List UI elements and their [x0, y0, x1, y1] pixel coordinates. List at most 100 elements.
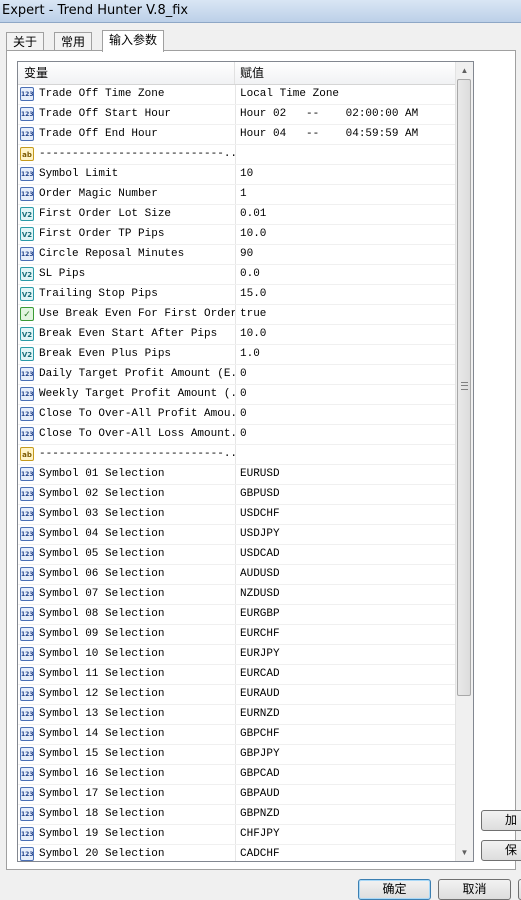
parameter-row[interactable]: 123 Symbol 18 Selection GBPNZD — [18, 805, 455, 825]
column-header-value[interactable]: 赋值 — [240, 62, 264, 84]
parameter-row[interactable]: 123 Symbol Limit 10 — [18, 165, 455, 185]
int-type-icon: 123 — [20, 707, 34, 721]
parameter-value[interactable]: Hour 04 -- 04:59:59 AM — [240, 125, 450, 144]
parameter-value[interactable]: 0 — [240, 425, 450, 444]
parameter-value[interactable]: Hour 02 -- 02:00:00 AM — [240, 105, 450, 124]
parameter-row[interactable]: 123 Trade Off Start Hour Hour 02 -- 02:00:… — [18, 105, 455, 125]
title-bar: Expert - Trend Hunter V.8_fix — [0, 0, 521, 23]
parameter-value[interactable]: EURNZD — [240, 705, 450, 724]
parameter-value[interactable]: 1.0 — [240, 345, 450, 364]
parameter-row[interactable]: V2 Break Even Start After Pips 10.0 — [18, 325, 455, 345]
parameter-row[interactable]: 123 Trade Off End Hour Hour 04 -- 04:59:59… — [18, 125, 455, 145]
parameter-value[interactable]: AUDUSD — [240, 565, 450, 584]
parameter-row[interactable]: 123 Symbol 09 Selection EURCHF — [18, 625, 455, 645]
parameter-row[interactable]: 123 Weekly Target Profit Amount (... 0 — [18, 385, 455, 405]
parameter-value[interactable]: GBPNZD — [240, 805, 450, 824]
tab-common[interactable]: 常用 — [54, 32, 93, 51]
tab-about[interactable]: 关于 — [6, 32, 45, 51]
parameter-value[interactable]: EURCAD — [240, 665, 450, 684]
parameter-value[interactable]: USDCHF — [240, 505, 450, 524]
parameter-row[interactable]: 123 Symbol 14 Selection GBPCHF — [18, 725, 455, 745]
parameter-row[interactable]: V2 First Order Lot Size 0.01 — [18, 205, 455, 225]
parameter-value[interactable] — [240, 145, 450, 164]
parameter-value[interactable]: 0 — [240, 365, 450, 384]
parameter-value[interactable]: GBPUSD — [240, 485, 450, 504]
scroll-up-arrow-icon[interactable]: ▲ — [456, 62, 473, 79]
parameter-value[interactable]: CADCHF — [240, 845, 450, 861]
parameter-name: First Order TP Pips — [39, 225, 236, 244]
parameter-value[interactable]: EURGBP — [240, 605, 450, 624]
parameter-value[interactable]: USDJPY — [240, 525, 450, 544]
parameter-row[interactable]: 123 Symbol 13 Selection EURNZD — [18, 705, 455, 725]
grip-icon — [461, 382, 468, 390]
parameter-value[interactable]: 90 — [240, 245, 450, 264]
parameter-row[interactable]: 123 Symbol 04 Selection USDJPY — [18, 525, 455, 545]
parameter-row[interactable]: 123 Order Magic Number 1 — [18, 185, 455, 205]
cancel-button[interactable]: 取消 — [438, 879, 511, 900]
parameter-value[interactable]: GBPAUD — [240, 785, 450, 804]
parameter-row[interactable]: ab ----------------------------... — [18, 445, 455, 465]
scroll-thumb[interactable] — [457, 79, 471, 696]
parameter-value[interactable]: EURCHF — [240, 625, 450, 644]
int-type-icon: 123 — [20, 667, 34, 681]
parameter-row[interactable]: 123 Trade Off Time Zone Local Time Zone — [18, 85, 455, 105]
parameter-value[interactable]: 10 — [240, 165, 450, 184]
parameter-name: Symbol 03 Selection — [39, 505, 236, 524]
parameter-value[interactable]: 0.0 — [240, 265, 450, 284]
vertical-scrollbar[interactable]: ▲ ▼ — [455, 62, 473, 861]
parameter-value[interactable]: GBPJPY — [240, 745, 450, 764]
int-type-icon: 123 — [20, 747, 34, 761]
parameter-row[interactable]: 123 Symbol 06 Selection AUDUSD — [18, 565, 455, 585]
parameter-row[interactable]: 123 Daily Target Profit Amount (E... 0 — [18, 365, 455, 385]
int-type-icon: 123 — [20, 407, 34, 421]
parameter-row[interactable]: 123 Symbol 17 Selection GBPAUD — [18, 785, 455, 805]
parameter-row[interactable]: 123 Symbol 11 Selection EURCAD — [18, 665, 455, 685]
parameter-row[interactable]: 123 Symbol 02 Selection GBPUSD — [18, 485, 455, 505]
parameter-value[interactable]: GBPCAD — [240, 765, 450, 784]
parameter-row[interactable]: V2 First Order TP Pips 10.0 — [18, 225, 455, 245]
parameter-value[interactable]: GBPCHF — [240, 725, 450, 744]
parameter-row[interactable]: 123 Symbol 12 Selection EURAUD — [18, 685, 455, 705]
parameter-value[interactable]: 10.0 — [240, 225, 450, 244]
parameter-value[interactable]: 0 — [240, 385, 450, 404]
parameter-row[interactable]: 123 Symbol 01 Selection EURUSD — [18, 465, 455, 485]
column-header-variable[interactable]: 变量 — [24, 62, 235, 84]
parameter-row[interactable]: 123 Symbol 16 Selection GBPCAD — [18, 765, 455, 785]
parameter-row[interactable]: ✓ Use Break Even For First Order true — [18, 305, 455, 325]
scroll-down-arrow-icon[interactable]: ▼ — [456, 844, 473, 861]
parameter-row[interactable]: 123 Close To Over-All Profit Amou... 0 — [18, 405, 455, 425]
parameter-row[interactable]: 123 Symbol 08 Selection EURGBP — [18, 605, 455, 625]
load-button[interactable]: 加 — [481, 810, 521, 831]
parameter-value[interactable]: true — [240, 305, 450, 324]
parameter-value[interactable]: 10.0 — [240, 325, 450, 344]
parameter-row[interactable]: 123 Symbol 10 Selection EURJPY — [18, 645, 455, 665]
parameter-value[interactable]: EURAUD — [240, 685, 450, 704]
parameter-row[interactable]: V2 Trailing Stop Pips 15.0 — [18, 285, 455, 305]
parameter-value[interactable]: Local Time Zone — [240, 85, 450, 104]
parameter-row[interactable]: V2 SL Pips 0.0 — [18, 265, 455, 285]
parameter-row[interactable]: 123 Close To Over-All Loss Amount... 0 — [18, 425, 455, 445]
parameter-value[interactable]: 1 — [240, 185, 450, 204]
parameter-value[interactable]: 0 — [240, 405, 450, 424]
ok-button[interactable]: 确定 — [358, 879, 431, 900]
parameter-value[interactable]: CHFJPY — [240, 825, 450, 844]
parameter-row[interactable]: 123 Symbol 19 Selection CHFJPY — [18, 825, 455, 845]
parameter-value[interactable]: 0.01 — [240, 205, 450, 224]
parameter-row[interactable]: 123 Circle Reposal Minutes 90 — [18, 245, 455, 265]
parameter-value[interactable]: USDCAD — [240, 545, 450, 564]
parameter-value[interactable]: NZDUSD — [240, 585, 450, 604]
save-button[interactable]: 保 — [481, 840, 521, 861]
parameter-value[interactable] — [240, 445, 450, 464]
parameter-row[interactable]: V2 Break Even Plus Pips 1.0 — [18, 345, 455, 365]
parameter-value[interactable]: 15.0 — [240, 285, 450, 304]
parameter-row[interactable]: 123 Symbol 03 Selection USDCHF — [18, 505, 455, 525]
parameter-value[interactable]: EURUSD — [240, 465, 450, 484]
parameter-name: Symbol 08 Selection — [39, 605, 236, 624]
parameter-row[interactable]: 123 Symbol 05 Selection USDCAD — [18, 545, 455, 565]
parameter-row[interactable]: 123 Symbol 20 Selection CADCHF — [18, 845, 455, 861]
parameter-row[interactable]: 123 Symbol 15 Selection GBPJPY — [18, 745, 455, 765]
tab-inputs[interactable]: 输入参数 — [102, 30, 165, 52]
parameter-row[interactable]: ab ----------------------------... — [18, 145, 455, 165]
parameter-row[interactable]: 123 Symbol 07 Selection NZDUSD — [18, 585, 455, 605]
parameter-value[interactable]: EURJPY — [240, 645, 450, 664]
